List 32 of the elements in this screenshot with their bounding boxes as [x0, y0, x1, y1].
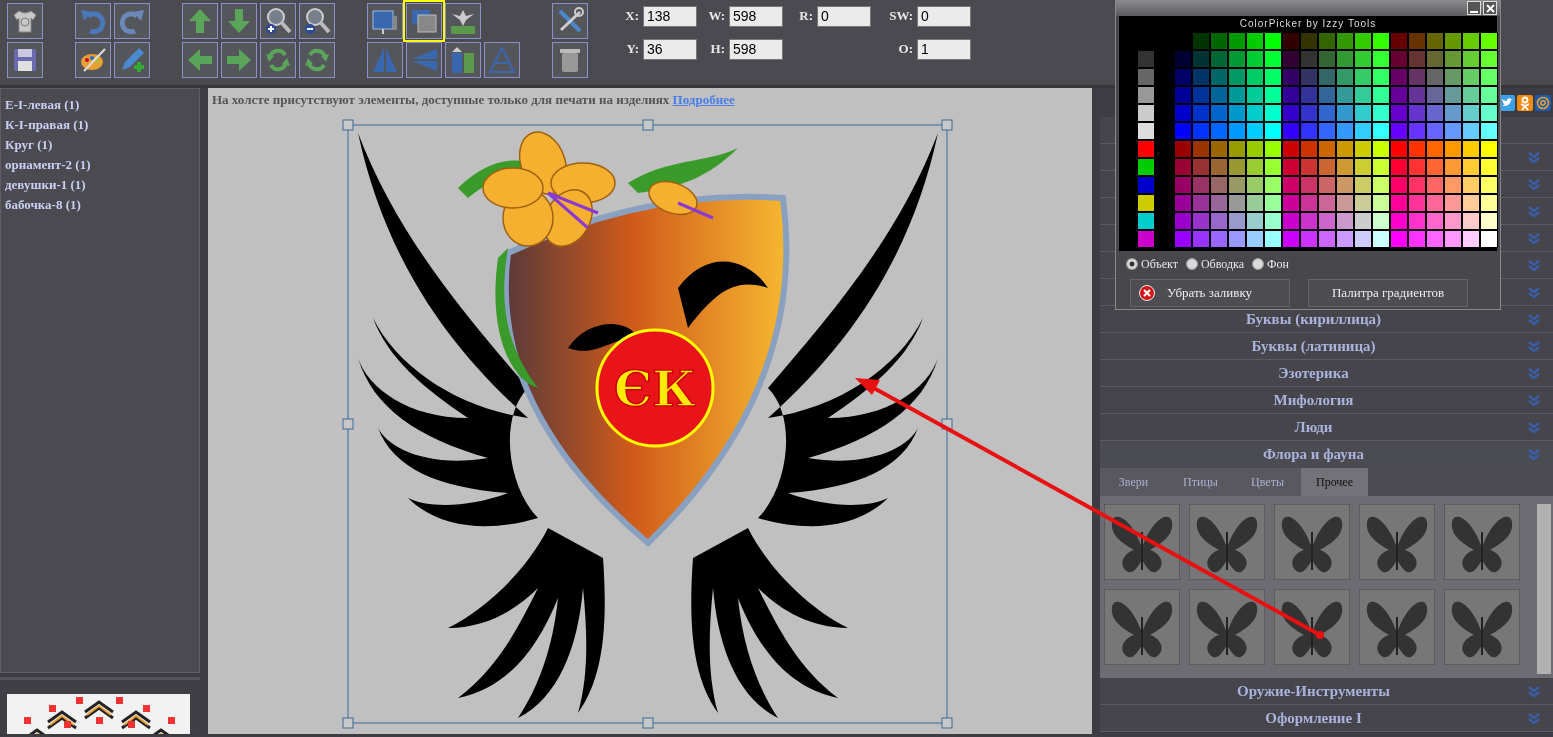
- target-radio[interactable]: Объект: [1126, 255, 1178, 273]
- property-field[interactable]: 598: [729, 39, 783, 60]
- property-label: H:: [709, 40, 726, 58]
- property-field[interactable]: 36: [643, 39, 697, 60]
- property-label: X:: [624, 7, 640, 25]
- monogram-text: ЄК: [614, 361, 696, 417]
- property-label: SW:: [888, 7, 914, 25]
- layer-item[interactable]: девушки-1 (1): [5, 175, 195, 195]
- picker-title: ColorPicker by Izzy Tools: [1238, 17, 1378, 31]
- target-radio[interactable]: Обводка: [1185, 255, 1244, 273]
- property-label: Y:: [625, 40, 640, 58]
- property-label: O:: [897, 40, 914, 58]
- layer-item[interactable]: К-І-правая (1): [5, 115, 195, 135]
- picker-button[interactable]: Палитра градиентов: [1308, 279, 1468, 307]
- property-label: R:: [798, 7, 814, 25]
- layer-item[interactable]: Е-І-левая (1): [5, 95, 195, 115]
- layer-item[interactable]: орнамент-2 (1): [5, 155, 195, 175]
- property-field[interactable]: 138: [643, 6, 697, 27]
- category-tab[interactable]: Птицы: [1167, 468, 1234, 496]
- category-tab[interactable]: Звери: [1100, 468, 1167, 496]
- category-tab[interactable]: Цветы: [1234, 468, 1301, 496]
- property-field[interactable]: 0: [817, 6, 871, 27]
- target-radio[interactable]: Фон: [1252, 255, 1289, 273]
- layer-item[interactable]: бабочка-8 (1): [5, 195, 195, 215]
- property-label: W:: [707, 7, 726, 25]
- property-field[interactable]: 598: [729, 6, 783, 27]
- layer-item[interactable]: Круг (1): [5, 135, 195, 155]
- property-field[interactable]: 0: [917, 6, 971, 27]
- picker-button[interactable]: Убрать заливку: [1130, 279, 1290, 307]
- canvas-notice: На холсте присутствуют элементы, доступные только для печати на изделиях Подробнее: [211, 91, 736, 108]
- property-field[interactable]: 1: [917, 39, 971, 60]
- category-tab[interactable]: Прочее: [1301, 468, 1368, 496]
